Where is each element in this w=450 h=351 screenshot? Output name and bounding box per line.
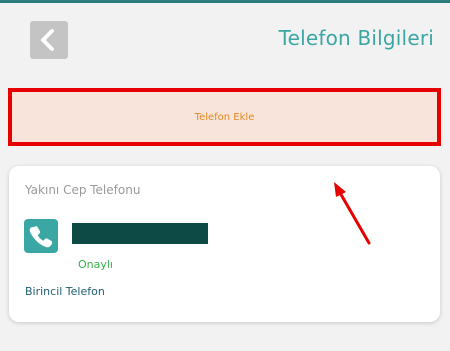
primary-phone-link[interactable]: Birincil Telefon [25,285,105,298]
card-title: Yakını Cep Telefonu [25,183,141,197]
verification-status: Onaylı [78,258,113,271]
page-title: Telefon Bilgileri [278,26,434,50]
top-accent-bar [0,0,450,3]
back-button[interactable] [30,21,68,59]
phone-icon [24,219,58,253]
add-phone-button[interactable]: Telefon Ekle [8,88,441,146]
phone-card: Yakını Cep Telefonu Onaylı Birincil Tele… [9,166,440,322]
add-phone-label: Telefon Ekle [194,111,255,123]
phone-number-redacted [72,223,208,244]
chevron-left-icon [41,29,54,51]
